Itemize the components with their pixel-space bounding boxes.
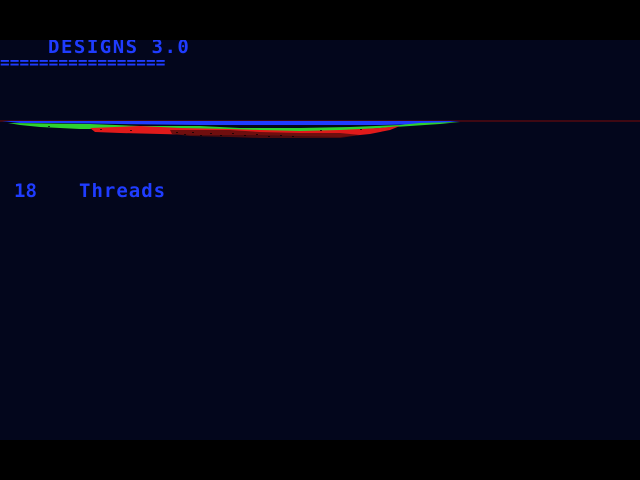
title-underline: ================= <box>0 53 166 72</box>
display-area: DESIGNS 3.0 ================= 18 Threads <box>0 40 640 440</box>
thread-graph <box>0 120 640 138</box>
screen: DESIGNS 3.0 ================= 18 Threads <box>0 0 640 480</box>
thread-count: 18 <box>14 180 37 202</box>
thread-label: Threads <box>79 180 167 202</box>
